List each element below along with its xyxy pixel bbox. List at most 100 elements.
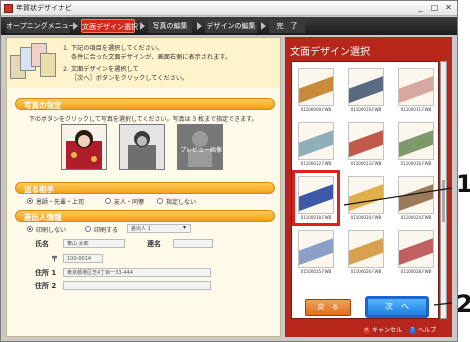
step-complete[interactable]: 完 了: [269, 19, 305, 33]
step-photo-edit[interactable]: 写真の編集: [148, 19, 192, 33]
sender-radio-no-print[interactable]: [27, 226, 33, 232]
photo-2-image: [120, 125, 164, 169]
scrollbar-thumb[interactable]: [442, 180, 445, 222]
sender-select[interactable]: 差出人 1: [127, 224, 191, 233]
joint-name-field[interactable]: [173, 239, 213, 248]
design-thumbnail: [398, 176, 434, 214]
design-card[interactable]: 01100026.FWB: [346, 228, 386, 276]
callout-1: 1: [456, 170, 470, 198]
maximize-icon[interactable]: □: [429, 3, 440, 13]
design-card-caption: 01100028.FWB: [400, 269, 432, 274]
step-arrow-icon: [197, 22, 202, 30]
sender-label-print: 印刷する: [94, 227, 119, 234]
design-card[interactable]: 01100018.FWB: [292, 170, 340, 226]
design-card-caption: 01100012.FWB: [300, 161, 332, 166]
design-card[interactable]: 01100009.FWB: [296, 66, 336, 114]
window-title: 年賀状デザイナビ: [16, 4, 72, 12]
preview-label: プレビュー画像: [180, 147, 223, 154]
cancel-button[interactable]: ✕ キャンセル: [363, 325, 402, 334]
back-button[interactable]: 戻 る: [305, 299, 351, 316]
step-arrow-icon: [140, 22, 145, 30]
design-thumbnail: [298, 176, 334, 214]
recipient-label-none: 指定しない: [166, 199, 197, 206]
design-card[interactable]: 01100013.FWB: [346, 120, 386, 168]
address1-field[interactable]: 東京都港区芝4丁目一33-444: [63, 268, 211, 277]
instruction-line-3: 2. 文面デザインを選択して: [63, 66, 139, 73]
step-design-select[interactable]: 文面デザイン選択: [81, 19, 138, 33]
recipient-radio-friend[interactable]: [105, 198, 111, 204]
recipient-label-friend: 友人・同僚: [114, 199, 145, 206]
name-label: 氏名: [35, 240, 49, 248]
design-card[interactable]: 01100012.FWB: [296, 120, 336, 168]
design-thumbnail: [348, 122, 384, 160]
name-value: 筆山 太郎: [67, 241, 89, 247]
recipient-radio-senior[interactable]: [27, 198, 33, 204]
app-icon: [4, 4, 13, 13]
recipient-section-title: 送る相手: [24, 185, 54, 194]
photo-section-title: 写真の指定: [24, 101, 62, 110]
help-icon: ?: [409, 327, 416, 334]
joint-name-label: 連名: [147, 240, 161, 248]
postal-label: 〒: [51, 255, 58, 263]
sender-select-value: 差出人 1: [131, 226, 151, 232]
photo-slot-2-button[interactable]: [119, 124, 165, 170]
design-card[interactable]: 01100028.FWB: [396, 228, 436, 276]
design-card-caption: 01100018.FWB: [300, 215, 332, 220]
instruction-line-2: 条件に合った文面デザインが、画面右側に表示されます。: [71, 54, 232, 61]
instructions-box: 1. 下記の項目を選択してください。 条件に合った文面デザインが、画面右側に表示…: [7, 38, 280, 88]
design-card[interactable]: 01100016.FWB: [396, 120, 436, 168]
sender-section-header: 差出人情報: [15, 210, 275, 222]
design-panel: 文面デザイン選択 01100009.FWB 01100010.FWB 0110001…: [285, 37, 452, 337]
design-card[interactable]: 01100020.FWB: [346, 174, 386, 222]
design-card[interactable]: 01100024.FWB: [396, 174, 436, 222]
step-arrow-icon: [73, 22, 78, 30]
callout-2: 2: [456, 290, 470, 318]
design-card-caption: 01100020.FWB: [350, 215, 382, 220]
design-card[interactable]: 01100010.FWB: [346, 66, 386, 114]
address1-label: 住所 1: [35, 269, 57, 277]
design-thumbnail: [398, 122, 434, 160]
minimize-icon[interactable]: _: [415, 3, 426, 13]
photo-slot-3-button[interactable]: プレビュー画像: [177, 124, 223, 170]
recipient-section-header: 送る相手: [15, 182, 275, 194]
design-panel-title: 文面デザイン選択: [290, 47, 370, 58]
photo-section-header: 写真の指定: [15, 98, 275, 110]
recipient-label-senior: 恩師・先輩・上司: [36, 199, 85, 206]
sender-label-no-print: 印刷しない: [36, 227, 67, 234]
photo-1-image: [62, 125, 106, 169]
cancel-icon: ✕: [363, 327, 370, 334]
design-thumbnail: [398, 68, 434, 106]
sender-radio-print[interactable]: [85, 226, 91, 232]
sender-section-title: 差出人情報: [24, 213, 62, 222]
design-card[interactable]: 01100011.FWB: [396, 66, 436, 114]
postal-field[interactable]: 100-0014: [63, 254, 103, 263]
design-thumbnail: [398, 230, 434, 268]
next-button[interactable]: 次 へ: [365, 296, 429, 318]
address2-label: 住所 2: [35, 282, 57, 290]
step-design-edit[interactable]: デザインの編集: [205, 19, 257, 33]
app-window: 年賀状デザイナビ _ □ ✕ オープニングメニュー 文面デザイン選択 写真の編集…: [0, 0, 458, 342]
design-card[interactable]: 01100025.FWB: [296, 228, 336, 276]
design-thumbnail: [348, 230, 384, 268]
design-card-caption: 01100010.FWB: [350, 107, 382, 112]
close-icon[interactable]: ✕: [443, 3, 454, 13]
design-grid-scrollbar[interactable]: [440, 61, 447, 319]
cancel-label: キャンセル: [372, 327, 403, 334]
address2-field[interactable]: [63, 281, 211, 290]
recipient-radio-none[interactable]: [157, 198, 163, 204]
name-field[interactable]: 筆山 太郎: [63, 239, 125, 248]
card-samples-illustration: [10, 41, 56, 85]
instruction-line-1: 1. 下記の項目を選択してください。: [63, 45, 164, 52]
step-opening-menu[interactable]: オープニングメニュー: [6, 19, 76, 33]
design-card-caption: 01100025.FWB: [300, 269, 332, 274]
help-button[interactable]: ? ヘルプ: [409, 325, 436, 334]
step-arrow-icon: [261, 22, 266, 30]
design-thumbnail: [298, 68, 334, 106]
photo-slot-1-button[interactable]: [61, 124, 107, 170]
design-card-caption: 01100026.FWB: [350, 269, 382, 274]
address1-value: 東京都港区芝4丁目一33-444: [67, 270, 133, 276]
help-label: ヘルプ: [418, 327, 437, 334]
design-grid: 01100009.FWB 01100010.FWB 01100011.FWB 0110…: [291, 61, 439, 319]
design-thumbnail: [298, 230, 334, 268]
design-card-caption: 01100024.FWB: [400, 215, 432, 220]
